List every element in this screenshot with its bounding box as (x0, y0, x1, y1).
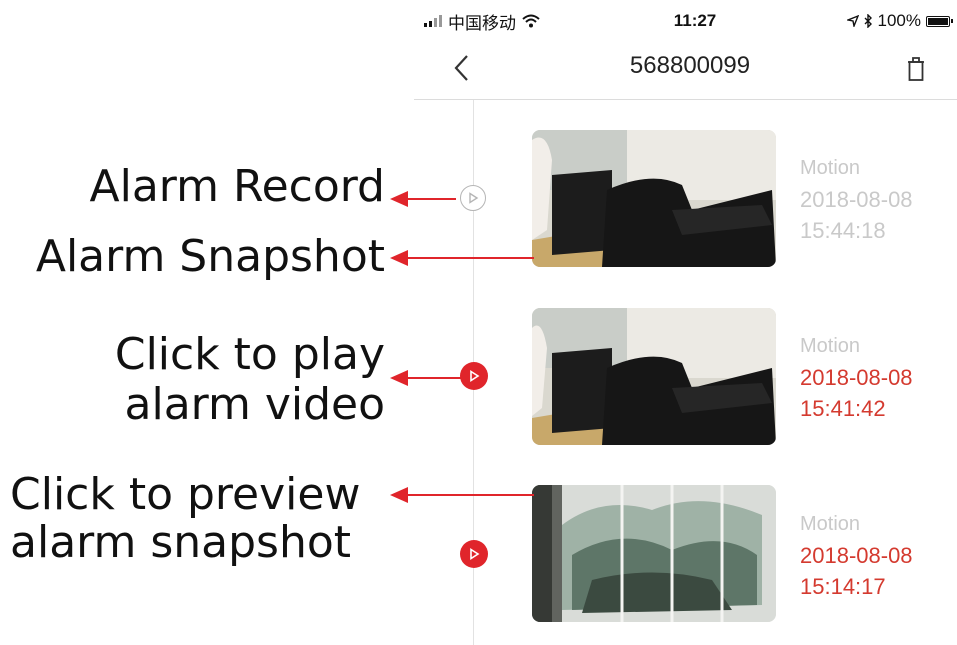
annotation-preview-line1: Click to preview (10, 469, 361, 520)
status-right: 100% (828, 8, 953, 34)
arrow-preview-snapshot (390, 487, 534, 503)
status-left: 中国移动 (424, 8, 544, 34)
annotation-preview-line2: alarm snapshot (10, 517, 351, 568)
record-info: Motion 2018-08-08 15:14:17 (800, 509, 913, 602)
page-title: 568800099 (629, 52, 751, 79)
record-time: 15:41:42 (800, 396, 886, 421)
record-type: Motion (800, 157, 861, 179)
nav-divider (414, 99, 957, 100)
alarm-snapshot-thumbnail[interactable] (532, 130, 776, 267)
carrier-label: 中国移动 (448, 13, 516, 33)
back-chevron-icon (454, 55, 468, 81)
alarm-snapshot-thumbnail[interactable] (532, 308, 776, 445)
record-date: 2018-08-08 (800, 543, 913, 568)
delete-button[interactable] (902, 48, 930, 88)
play-filled-icon[interactable] (460, 362, 488, 390)
back-button[interactable] (450, 48, 476, 88)
alarm-snapshot-thumbnail[interactable] (532, 485, 776, 622)
annotation-play-line1: Click to play (114, 329, 385, 380)
play-outline-icon[interactable] (460, 185, 486, 211)
arrow-play-video (390, 370, 461, 386)
annotation-alarm-snapshot: Alarm Snapshot (35, 231, 385, 282)
trash-icon (908, 57, 924, 81)
record-type: Motion (800, 513, 861, 535)
bluetooth-icon (864, 14, 872, 28)
location-arrow-icon (846, 15, 859, 27)
arrow-alarm-record (390, 191, 456, 207)
battery-icon (926, 15, 953, 27)
annotation-alarm-record: Alarm Record (89, 161, 385, 212)
record-date: 2018-08-08 (800, 187, 913, 212)
record-info: Motion 2018-08-08 15:41:42 (800, 331, 913, 424)
record-info: Motion 2018-08-08 15:44:18 (800, 153, 913, 246)
play-filled-icon[interactable] (460, 540, 488, 568)
record-type: Motion (800, 335, 861, 357)
status-time: 11:27 (673, 11, 717, 30)
record-time: 15:14:17 (800, 574, 886, 599)
signal-icon (424, 15, 442, 27)
record-time: 15:44:18 (800, 218, 886, 243)
arrow-alarm-snapshot (390, 250, 534, 266)
annotation-play-line2: alarm video (124, 379, 386, 430)
record-date: 2018-08-08 (800, 365, 913, 390)
battery-percentage: 100% (877, 11, 921, 30)
wifi-icon (522, 14, 540, 28)
